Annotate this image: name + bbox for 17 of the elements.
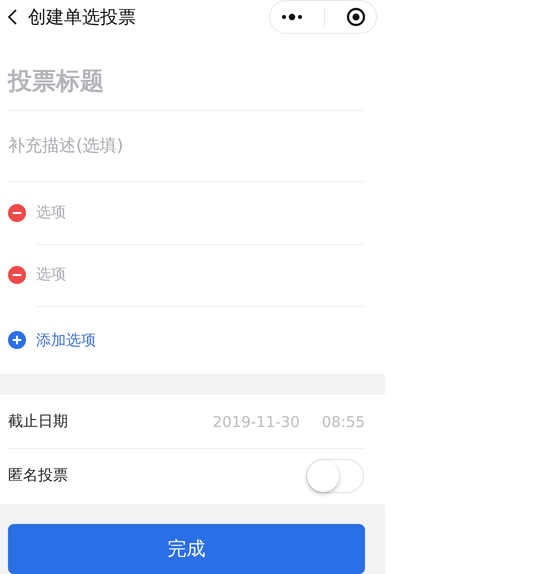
- description-field[interactable]: 补充描述(选填): [8, 134, 365, 158]
- title-field[interactable]: 投票标题: [8, 66, 365, 98]
- remove-icon[interactable]: [8, 266, 26, 284]
- deadline-row[interactable]: 截止日期 2019-11-30 08:55: [8, 394, 365, 448]
- option-field[interactable]: 选项: [36, 264, 365, 284]
- submit-button[interactable]: 完成: [8, 524, 365, 574]
- add-option-button[interactable]: 添加选项: [8, 306, 96, 374]
- option-field[interactable]: 选项: [36, 202, 365, 222]
- more-icon[interactable]: [280, 13, 304, 21]
- deadline-time: 08:55: [322, 412, 365, 430]
- anonymous-label: 匿名投票: [8, 466, 68, 485]
- add-icon: [8, 331, 26, 349]
- page-title: 创建单选投票: [28, 6, 137, 29]
- deadline-label: 截止日期: [8, 412, 68, 430]
- remove-icon[interactable]: [8, 204, 26, 222]
- deadline-date: 2019-11-30: [212, 412, 300, 430]
- anonymous-switch[interactable]: [306, 458, 364, 492]
